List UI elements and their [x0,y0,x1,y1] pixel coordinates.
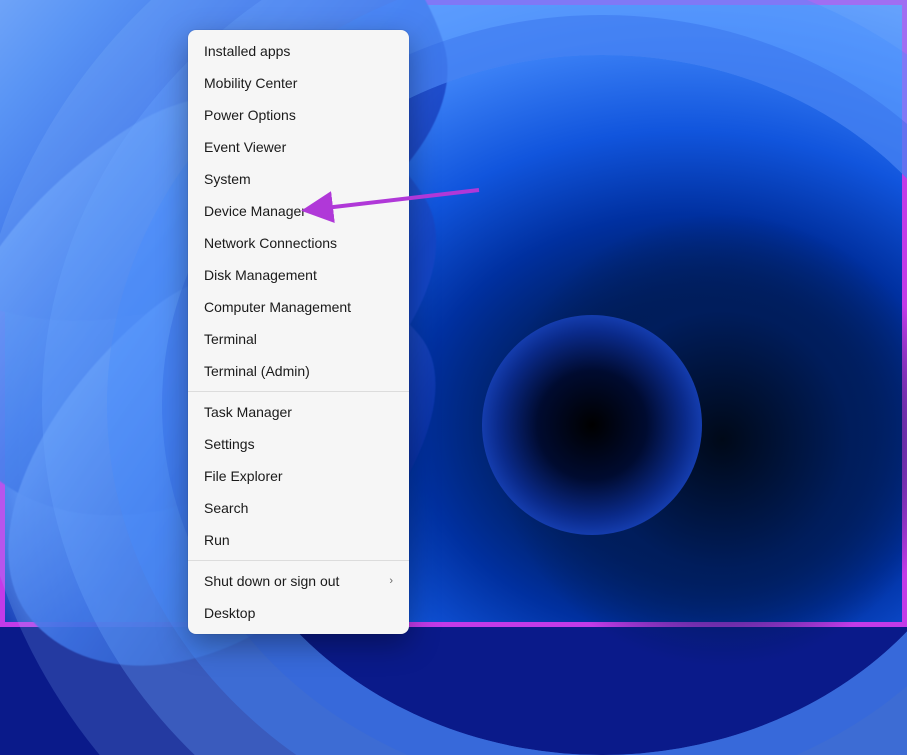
menu-item-disk-management[interactable]: Disk Management [188,259,409,291]
chevron-right-icon: › [389,572,393,590]
menu-item-device-manager[interactable]: Device Manager [188,195,409,227]
menu-item-run[interactable]: Run [188,524,409,556]
menu-item-task-manager[interactable]: Task Manager [188,396,409,428]
menu-item-mobility-center[interactable]: Mobility Center [188,67,409,99]
menu-item-installed-apps[interactable]: Installed apps [188,35,409,67]
menu-item-label: System [204,170,393,188]
menu-item-label: Computer Management [204,298,393,316]
desktop-wallpaper [5,5,902,622]
menu-item-label: Terminal [204,330,393,348]
menu-item-power-options[interactable]: Power Options [188,99,409,131]
menu-item-event-viewer[interactable]: Event Viewer [188,131,409,163]
menu-item-label: Disk Management [204,266,393,284]
menu-item-label: Settings [204,435,393,453]
menu-separator [188,391,409,392]
menu-item-search[interactable]: Search [188,492,409,524]
menu-item-label: File Explorer [204,467,393,485]
menu-item-label: Network Connections [204,234,393,252]
menu-item-label: Event Viewer [204,138,393,156]
menu-item-network-connections[interactable]: Network Connections [188,227,409,259]
winx-context-menu: Installed apps Mobility Center Power Optio… [188,30,409,634]
menu-item-label: Power Options [204,106,393,124]
menu-item-label: Mobility Center [204,74,393,92]
menu-item-label: Search [204,499,393,517]
menu-item-desktop[interactable]: Desktop [188,597,409,629]
menu-item-computer-management[interactable]: Computer Management [188,291,409,323]
menu-item-system[interactable]: System [188,163,409,195]
menu-item-file-explorer[interactable]: File Explorer [188,460,409,492]
menu-item-settings[interactable]: Settings [188,428,409,460]
menu-item-terminal-admin[interactable]: Terminal (Admin) [188,355,409,387]
menu-item-label: Terminal (Admin) [204,362,393,380]
menu-item-label: Run [204,531,393,549]
menu-item-label: Shut down or sign out [204,572,381,590]
menu-item-label: Device Manager [204,202,393,220]
wallpaper-shape [5,5,902,622]
menu-item-label: Desktop [204,604,393,622]
menu-item-label: Installed apps [204,42,393,60]
menu-item-terminal[interactable]: Terminal [188,323,409,355]
menu-item-label: Task Manager [204,403,393,421]
menu-item-shut-down-sign-out[interactable]: Shut down or sign out › [188,565,409,597]
menu-separator [188,560,409,561]
